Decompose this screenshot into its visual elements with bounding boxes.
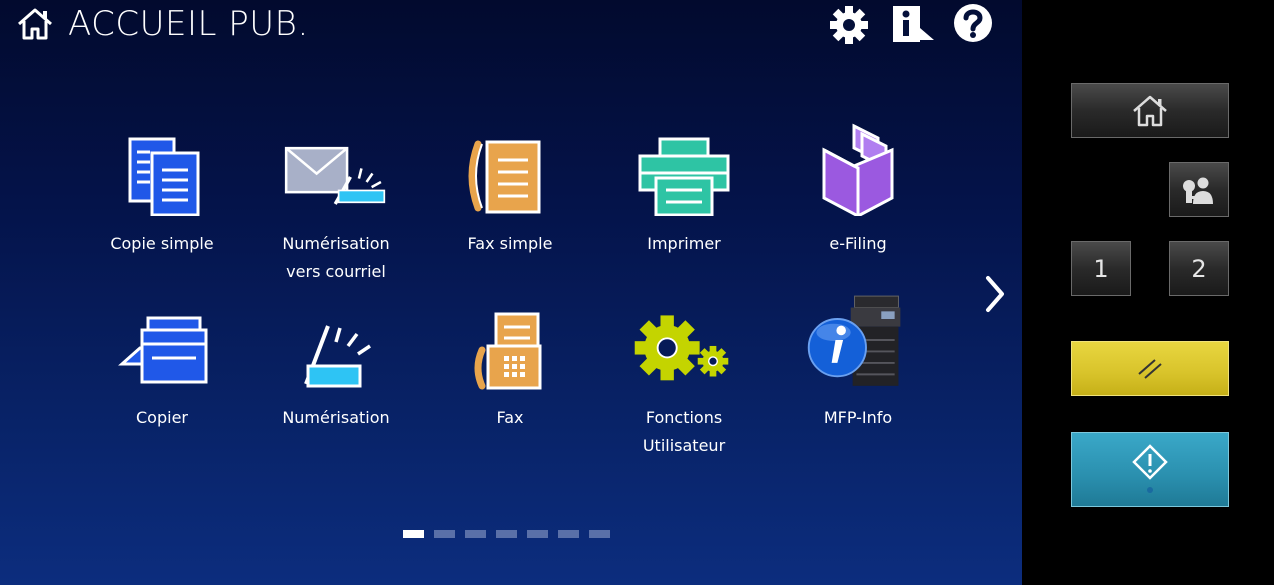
fax-icon (460, 300, 560, 390)
user-access-icon (1183, 177, 1213, 204)
start-icon (1132, 443, 1168, 493)
home-screen: ACCUEIL PUB. Copie simple Numérisation v… (0, 0, 1022, 585)
page-dot[interactable] (589, 530, 610, 538)
next-page-arrow-icon[interactable] (976, 270, 1012, 318)
tile-easy-copy[interactable]: Copie simple (82, 126, 242, 258)
scan-to-email-icon (284, 126, 386, 216)
tile-print[interactable]: Imprimer (604, 126, 764, 258)
tile-label: Imprimer (647, 234, 721, 253)
e-filing-icon (808, 123, 908, 216)
tile-label: Fonctions Utilisateur (642, 408, 726, 455)
tile-label: e-Filing (829, 234, 887, 253)
gear-icon[interactable] (827, 2, 871, 46)
page-dot[interactable] (434, 530, 455, 538)
page-dot[interactable] (558, 530, 579, 538)
memory-1-button[interactable]: 1 (1071, 241, 1131, 296)
user-access-button[interactable] (1169, 162, 1229, 217)
home-button[interactable] (1071, 83, 1229, 138)
tile-fax[interactable]: Fax (430, 300, 590, 432)
tile-e-filing[interactable]: e-Filing (778, 123, 938, 258)
button-number: 1 (1093, 254, 1109, 283)
tile-label: Numérisation (282, 408, 390, 427)
scan-icon (286, 300, 386, 390)
tile-scan-to-email[interactable]: Numérisation vers courriel (256, 126, 416, 286)
page-dot[interactable] (527, 530, 548, 538)
page-title: ACCUEIL PUB. (68, 4, 309, 44)
side-panel: 1 2 (1022, 0, 1274, 585)
home-icon (1133, 95, 1167, 126)
memory-2-button[interactable]: 2 (1169, 241, 1229, 296)
tile-label: Copie simple (110, 234, 214, 253)
tile-label: Fax simple (467, 234, 553, 253)
tile-scan[interactable]: Numérisation (256, 300, 416, 432)
start-button[interactable] (1071, 432, 1229, 507)
printer-icon (634, 126, 734, 216)
tile-label: Copier (136, 408, 188, 427)
page-dot[interactable] (496, 530, 517, 538)
tile-label: Numérisation vers courriel (282, 234, 390, 281)
tile-mfp-info[interactable]: MFP-Info (778, 295, 938, 432)
tile-user-functions[interactable]: Fonctions Utilisateur (604, 300, 764, 460)
page-dot[interactable] (403, 530, 424, 538)
easy-copy-icon (112, 126, 212, 216)
tile-copy[interactable]: Copier (82, 300, 242, 432)
tile-label: MFP-Info (823, 408, 893, 427)
easy-fax-icon (460, 126, 560, 216)
page-dot[interactable] (465, 530, 486, 538)
user-functions-icon (634, 300, 734, 390)
tile-easy-fax[interactable]: Fax simple (430, 126, 590, 258)
info-icon[interactable] (890, 2, 934, 46)
home-icon[interactable] (14, 4, 56, 44)
mfp-info-icon (807, 295, 908, 390)
reset-icon (1138, 358, 1162, 379)
copy-icon (112, 300, 212, 390)
reset-button[interactable] (1071, 341, 1229, 396)
tile-label: Fax (496, 408, 524, 427)
help-icon[interactable] (952, 2, 996, 46)
page-indicator (403, 530, 610, 538)
button-number: 2 (1191, 254, 1207, 283)
